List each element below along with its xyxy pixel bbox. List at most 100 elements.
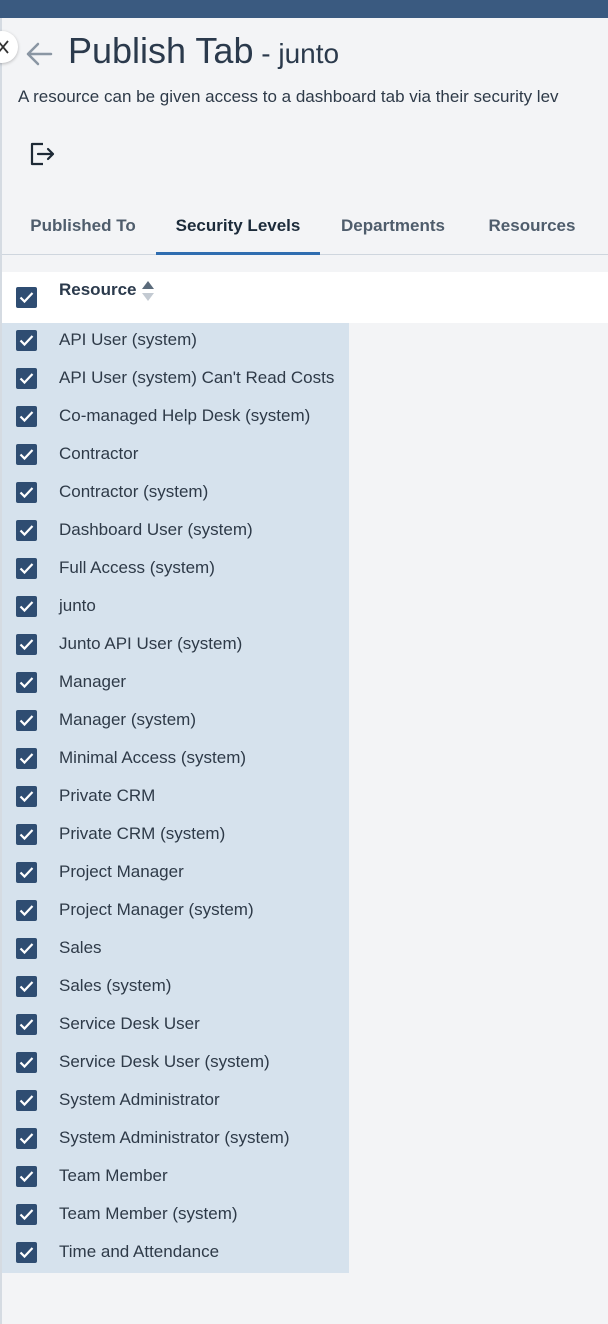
list-item[interactable]: Private CRM [2, 779, 349, 817]
close-button[interactable] [0, 31, 18, 63]
list-item[interactable]: API User (system) [2, 323, 349, 361]
list-item[interactable]: Manager [2, 665, 349, 703]
row-label: Service Desk User [59, 1014, 200, 1033]
list-item[interactable]: Dashboard User (system) [2, 513, 349, 551]
list-item[interactable]: API User (system) Can't Read Costs [2, 361, 349, 399]
row-checkbox[interactable] [16, 786, 37, 807]
list-item[interactable]: Manager (system) [2, 703, 349, 741]
row-label: junto [59, 596, 96, 615]
row-checkbox[interactable] [16, 482, 37, 503]
row-checkbox[interactable] [16, 330, 37, 351]
sort-icon[interactable] [141, 280, 155, 302]
row-checkbox[interactable] [16, 596, 37, 617]
list-item[interactable]: Service Desk User (system) [2, 1045, 349, 1083]
row-checkbox[interactable] [16, 672, 37, 693]
checkmark-icon [19, 639, 34, 651]
checkmark-icon [19, 601, 34, 613]
row-label: Contractor (system) [59, 482, 209, 501]
list-item[interactable]: Time and Attendance [2, 1235, 349, 1273]
row-checkbox[interactable] [16, 406, 37, 427]
list-item[interactable]: Minimal Access (system) [2, 741, 349, 779]
checkmark-icon [19, 335, 34, 347]
row-label: Manager (system) [59, 710, 196, 729]
list-item[interactable]: System Administrator (system) [2, 1121, 349, 1159]
export-button[interactable] [28, 140, 56, 168]
page-title-text: Publish Tab [68, 30, 254, 71]
table-header: Resource [2, 272, 608, 323]
row-checkbox[interactable] [16, 1128, 37, 1149]
list-item[interactable]: Co-managed Help Desk (system) [2, 399, 349, 437]
row-checkbox[interactable] [16, 1052, 37, 1073]
checkmark-icon [19, 1133, 34, 1145]
checkmark-icon [19, 1057, 34, 1069]
tab-departments[interactable]: Departments [328, 204, 458, 254]
row-checkbox[interactable] [16, 1166, 37, 1187]
row-checkbox[interactable] [16, 976, 37, 997]
row-label: API User (system) [59, 330, 197, 349]
row-checkbox[interactable] [16, 1014, 37, 1035]
row-label: Minimal Access (system) [59, 748, 247, 767]
checkmark-icon [19, 715, 34, 727]
row-checkbox[interactable] [16, 368, 37, 389]
row-label: Time and Attendance [59, 1242, 220, 1261]
list-item[interactable]: Private CRM (system) [2, 817, 349, 855]
list-item[interactable]: Contractor [2, 437, 349, 475]
checkmark-icon [19, 449, 34, 461]
security-level-list: API User (system) API User (system) Can't… [2, 323, 349, 1273]
export-icon [30, 142, 55, 166]
back-button[interactable] [24, 40, 54, 68]
row-checkbox[interactable] [16, 634, 37, 655]
row-label: Contractor [59, 444, 139, 463]
row-checkbox[interactable] [16, 444, 37, 465]
list-item[interactable]: System Administrator [2, 1083, 349, 1121]
row-label: Dashboard User (system) [59, 520, 253, 539]
row-label: Manager [59, 672, 127, 691]
checkmark-icon [19, 1247, 34, 1259]
row-checkbox[interactable] [16, 520, 37, 541]
list-item[interactable]: junto [2, 589, 349, 627]
row-label: Team Member (system) [59, 1204, 238, 1223]
tab-security-levels[interactable]: Security Levels [156, 204, 320, 255]
row-checkbox[interactable] [16, 824, 37, 845]
row-checkbox[interactable] [16, 748, 37, 769]
row-checkbox[interactable] [16, 1090, 37, 1111]
list-item[interactable]: Full Access (system) [2, 551, 349, 589]
list-item[interactable]: Contractor (system) [2, 475, 349, 513]
list-item[interactable]: Project Manager [2, 855, 349, 893]
row-label: Full Access (system) [59, 558, 215, 577]
list-item[interactable]: Sales (system) [2, 969, 349, 1007]
row-label: Team Member [59, 1166, 168, 1185]
row-checkbox[interactable] [16, 938, 37, 959]
row-checkbox[interactable] [16, 710, 37, 731]
resource-column-header[interactable]: Resource [59, 280, 136, 300]
checkmark-icon [19, 905, 34, 917]
row-label: System Administrator (system) [59, 1128, 290, 1147]
list-item[interactable]: Team Member [2, 1159, 349, 1197]
row-label: Project Manager (system) [59, 900, 254, 919]
list-item[interactable]: Team Member (system) [2, 1197, 349, 1235]
top-bar [0, 0, 608, 18]
row-checkbox[interactable] [16, 1242, 37, 1263]
checkmark-icon [19, 1019, 34, 1031]
list-item[interactable]: Sales [2, 931, 349, 969]
checkmark-icon [19, 487, 34, 499]
page-title: Publish Tab - junto [68, 30, 339, 72]
row-checkbox[interactable] [16, 900, 37, 921]
row-checkbox[interactable] [16, 862, 37, 883]
checkmark-icon [19, 292, 34, 304]
checkmark-icon [19, 829, 34, 841]
arrow-left-icon [26, 42, 53, 66]
tab-resources[interactable]: Resources [472, 204, 592, 254]
row-label: Private CRM [59, 786, 156, 805]
page-subtitle: junto [278, 38, 340, 69]
list-item[interactable]: Junto API User (system) [2, 627, 349, 665]
checkmark-icon [19, 1209, 34, 1221]
row-checkbox[interactable] [16, 1204, 37, 1225]
tab-bar: Published To Security Levels Departments… [2, 204, 608, 255]
list-item[interactable]: Service Desk User [2, 1007, 349, 1045]
select-all-checkbox[interactable] [16, 287, 37, 308]
list-item[interactable]: Project Manager (system) [2, 893, 349, 931]
page-description: A resource can be given access to a dash… [18, 87, 559, 106]
row-checkbox[interactable] [16, 558, 37, 579]
tab-published-to[interactable]: Published To [16, 204, 150, 254]
